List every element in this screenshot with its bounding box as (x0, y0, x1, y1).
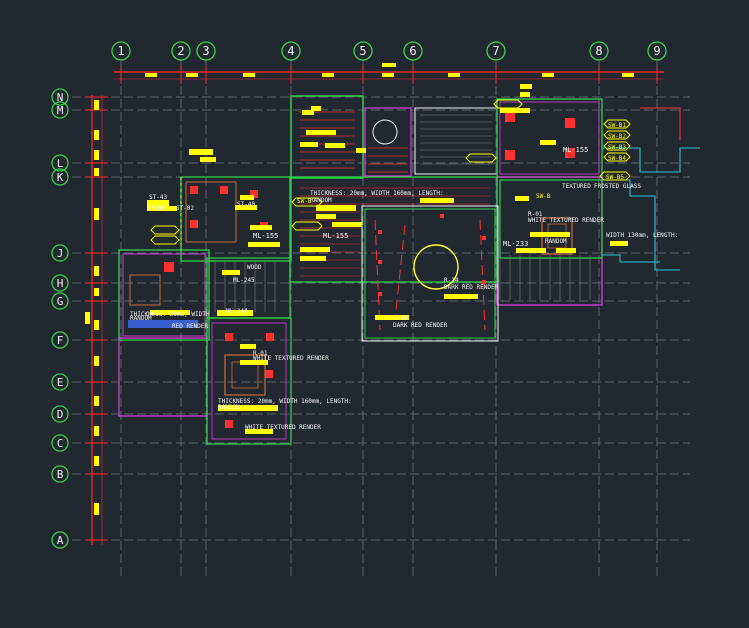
label-stone-st02: STONE - ST-02 (147, 205, 194, 212)
label-sw-b-ne: SW-B (536, 193, 551, 200)
label-ml244: ML-244 (226, 308, 248, 315)
cad-drawing-canvas[interactable]: 1 2 3 4 5 6 7 8 9 N M L K J H G F E D C … (0, 0, 749, 628)
label-ml155-left: ML-155 (253, 232, 278, 240)
row-label-b: B (57, 468, 64, 481)
sw-b1-label: SW-B1 (608, 122, 626, 129)
label-sw-b-stair: SW-B (297, 198, 312, 205)
column-label-4: 4 (287, 44, 294, 58)
label-dark-red-center: DARK RED RENDER (393, 322, 448, 329)
column-label-7: 7 (492, 44, 499, 58)
row-label-e: E (57, 376, 64, 389)
column-label-9: 9 (653, 44, 660, 58)
label-random-upper: RANDOM (310, 197, 332, 204)
label-ml155-ne: ML-155 (563, 146, 588, 154)
row-label-n: N (57, 91, 64, 104)
label-ml155-right: ML-155 (323, 232, 348, 240)
label-dark-red-right: DARK RED RENDER (444, 284, 499, 291)
label-ml245: ML-245 (233, 277, 255, 284)
label-st43: ST-43 (149, 194, 167, 201)
column-label-1: 1 (117, 44, 124, 58)
label-red-render-left: RED RENDER (172, 323, 209, 330)
label-thickness-left: THICKNESS: 20mm, WIDTH (130, 311, 210, 318)
label-white-textured-mid: WHITE TEXTURED RENDER (253, 355, 329, 362)
label-white-textured-lower: WHITE TEXTURED RENDER (245, 424, 321, 431)
sw-b2-label: SW-B2 (608, 133, 626, 140)
sw-b4-label: SW-B4 (608, 155, 626, 162)
column-label-6: 6 (409, 44, 416, 58)
label-width-130: WIDTH 130mm, LENGTH: (606, 232, 678, 239)
column-label-5: 5 (359, 44, 366, 58)
label-ml233: ML-233 (503, 240, 528, 248)
label-thickness-upper: THICKNESS: 20mm, WIDTH 160mm, LENGTH: (310, 190, 444, 197)
row-label-a: A (57, 534, 64, 547)
row-label-f: F (57, 334, 64, 347)
sw-b3-label: SW-B3 (608, 144, 626, 151)
row-label-c: C (57, 437, 64, 450)
row-label-l: L (57, 157, 64, 170)
row-label-k: K (57, 171, 64, 184)
row-label-h: H (57, 277, 64, 290)
column-label-2: 2 (177, 44, 184, 58)
sw-b5-label: SW-B5 (606, 174, 624, 181)
row-label-m: M (57, 104, 64, 117)
drawing-background (0, 0, 749, 628)
row-label-j: J (57, 247, 64, 260)
label-frosted-glass: FROSTED GLASS (594, 183, 641, 190)
label-r14-center: R-14 (393, 315, 408, 322)
label-random-ne: RANDOM (545, 238, 567, 245)
label-wood: WOOD (247, 264, 262, 271)
row-label-g: G (57, 295, 64, 308)
label-r14-right: R-14 (444, 277, 459, 284)
column-label-3: 3 (202, 44, 209, 58)
label-textured-ne: TEXTURED (562, 183, 591, 190)
label-white-textured-ne: WHITE TEXTURED RENDER (528, 217, 604, 224)
column-label-8: 8 (595, 44, 602, 58)
row-label-d: D (57, 408, 64, 421)
label-random-lower: RANDOM (218, 404, 240, 411)
label-st40: ST-40 (237, 201, 255, 208)
